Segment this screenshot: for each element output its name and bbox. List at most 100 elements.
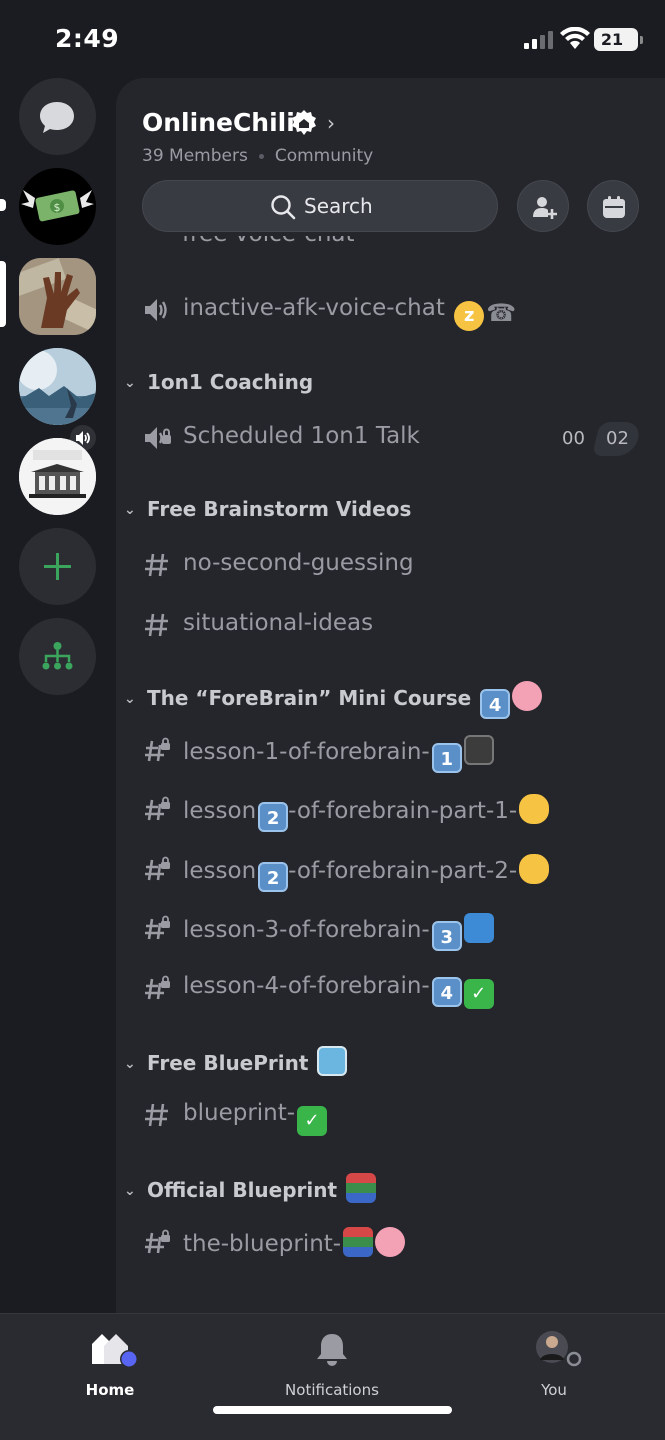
keycap-four-emoji: 4: [431, 977, 462, 1007]
channel-situational-ideas[interactable]: situational-ideas: [142, 606, 642, 646]
hand-money-icon: [19, 258, 96, 335]
member-count: 39 Members: [142, 146, 248, 166]
partial-channel-name: free-voice-chat: [142, 236, 355, 247]
books-emoji: [343, 1227, 374, 1257]
user-count-current: 00: [562, 428, 585, 449]
keycap-two-emoji: 2: [258, 802, 289, 832]
chevron-right-icon[interactable]: ›: [327, 111, 335, 135]
community-badge-icon: [292, 110, 316, 135]
channel-name-suffix: -of-forebrain-part-1-: [288, 798, 518, 824]
keycap-two-emoji: 2: [258, 862, 289, 892]
channel-lesson-3[interactable]: lesson-3-of-forebrain- 3: [142, 909, 642, 951]
channel-lesson-2-part-1[interactable]: lesson 2 -of-forebrain-part-1-: [142, 790, 642, 832]
category-free-brainstorm-videos[interactable]: ⌄ Free Brainstorm Videos: [124, 497, 411, 527]
search-bar[interactable]: Search: [142, 180, 498, 232]
blue-book-emoji: [463, 913, 494, 943]
category-label: Free BluePrint: [147, 1051, 309, 1075]
chevron-down-icon: ⌄: [124, 1183, 136, 1199]
tab-notifications[interactable]: Notifications: [267, 1330, 397, 1399]
channel-name: lesson-4-of-forebrain-: [183, 973, 430, 999]
channel-name-prefix: lesson: [183, 798, 257, 824]
bottom-tab-bar: Home Notifications You: [0, 1313, 665, 1440]
server-icon-gentlemens-bathhouse[interactable]: [19, 438, 96, 515]
category-1on1-coaching[interactable]: ⌄ 1on1 Coaching: [124, 370, 313, 400]
category-forebrain-mini-course[interactable]: ⌄ The “ForeBrain” Mini Course 4: [124, 681, 543, 719]
chevron-down-icon: ⌄: [124, 1056, 136, 1072]
add-server-button[interactable]: [19, 528, 96, 605]
tab-you[interactable]: You: [489, 1330, 619, 1399]
discover-servers-button[interactable]: [19, 618, 96, 695]
channel-name: Scheduled 1on1 Talk: [183, 423, 420, 449]
plus-icon: [44, 553, 71, 580]
server-rail: $: [0, 78, 116, 1313]
check-mark-button-emoji: ✓: [297, 1106, 328, 1136]
status-time: 2:49: [55, 24, 120, 53]
unread-indicator: [0, 199, 6, 211]
partial-channel-free-voice-chat[interactable]: free-voice-chat: [142, 236, 355, 262]
locked-hashtag-icon: [145, 856, 170, 881]
channel-lesson-2-part-2[interactable]: lesson 2 -of-forebrain-part-2-: [142, 850, 642, 892]
sleeping-face-emoji: z: [454, 301, 485, 331]
channel-name: lesson-3-of-forebrain-: [183, 917, 430, 943]
keycap-four-emoji: 4: [480, 689, 511, 719]
brain-emoji: [512, 681, 543, 711]
brain-emoji: [375, 1227, 406, 1257]
channel-lesson-4[interactable]: lesson-4-of-forebrain- 4 ✓: [142, 969, 642, 1009]
locked-hashtag-icon: [145, 796, 170, 821]
channel-lesson-1[interactable]: lesson-1-of-forebrain- 1: [142, 731, 642, 773]
selected-server-indicator: [0, 261, 6, 327]
chat-bubble-icon: [40, 102, 74, 133]
ocean-scene-icon: [19, 348, 96, 425]
avatar: [536, 1331, 583, 1368]
channel-blueprint[interactable]: blueprint- ✓: [142, 1096, 642, 1136]
chevron-down-icon: ⌄: [124, 691, 136, 707]
tab-home[interactable]: Home: [45, 1330, 175, 1399]
add-user-icon: [533, 197, 557, 219]
direct-messages-button[interactable]: [19, 78, 96, 155]
channel-name: no-second-guessing: [183, 550, 414, 576]
channel-name: lesson-1-of-forebrain-: [183, 739, 430, 765]
battery-icon: 21: [594, 28, 643, 51]
locked-hashtag-icon: [145, 1229, 170, 1254]
locked-hashtag-icon: [145, 915, 170, 940]
home-indicator[interactable]: [213, 1406, 452, 1414]
channel-name: blueprint-: [183, 1100, 296, 1126]
channel-name: the-blueprint-: [183, 1231, 342, 1257]
category-official-blueprint[interactable]: ⌄ Official Blueprint: [124, 1173, 377, 1203]
search-icon: [271, 195, 296, 220]
tab-label: You: [541, 1381, 567, 1399]
tab-label: Home: [85, 1381, 135, 1399]
server-meta: 39 Members Community: [142, 146, 373, 166]
calendar-icon: [603, 196, 625, 218]
home-icon: [92, 1334, 138, 1368]
channel-the-blueprint[interactable]: the-blueprint-: [142, 1223, 642, 1263]
channel-no-second-guessing[interactable]: no-second-guessing: [142, 546, 642, 586]
keycap-three-emoji: 3: [431, 921, 462, 951]
hashtag-icon: [145, 613, 168, 637]
server-icon-ocean[interactable]: [19, 348, 96, 425]
hashtag-icon: [145, 553, 168, 577]
category-label: 1on1 Coaching: [147, 370, 314, 394]
events-button[interactable]: [587, 180, 639, 232]
server-icon-onlinechili[interactable]: [19, 258, 96, 335]
speaker-icon: [145, 299, 167, 321]
channel-inactive-afk-voice-chat[interactable]: inactive-afk-voice-chat z ☎: [142, 291, 642, 331]
server-icon-money-wings[interactable]: $: [19, 168, 96, 245]
status-bar: 2:49 21: [0, 0, 665, 78]
server-type: Community: [274, 146, 374, 166]
channel-name-suffix: -of-forebrain-part-2-: [288, 858, 518, 884]
check-mark-button-emoji: ✓: [463, 979, 494, 1009]
server-name[interactable]: OnlineChili: [142, 108, 295, 137]
books-emoji: [346, 1173, 377, 1203]
battery-level: 21: [600, 30, 624, 49]
channel-name: inactive-afk-voice-chat: [183, 295, 445, 321]
locked-hashtag-icon: [145, 737, 170, 762]
stage-channel-icon: [145, 427, 171, 449]
category-label: The “ForeBrain” Mini Course: [147, 686, 472, 710]
category-free-blueprint[interactable]: ⌄ Free BluePrint: [124, 1046, 348, 1076]
category-label: Official Blueprint: [147, 1178, 338, 1202]
bell-icon: [317, 1334, 347, 1366]
user-count-limit: 02: [605, 428, 629, 449]
hub-tree-icon: [42, 642, 73, 670]
invite-button[interactable]: [517, 180, 569, 232]
